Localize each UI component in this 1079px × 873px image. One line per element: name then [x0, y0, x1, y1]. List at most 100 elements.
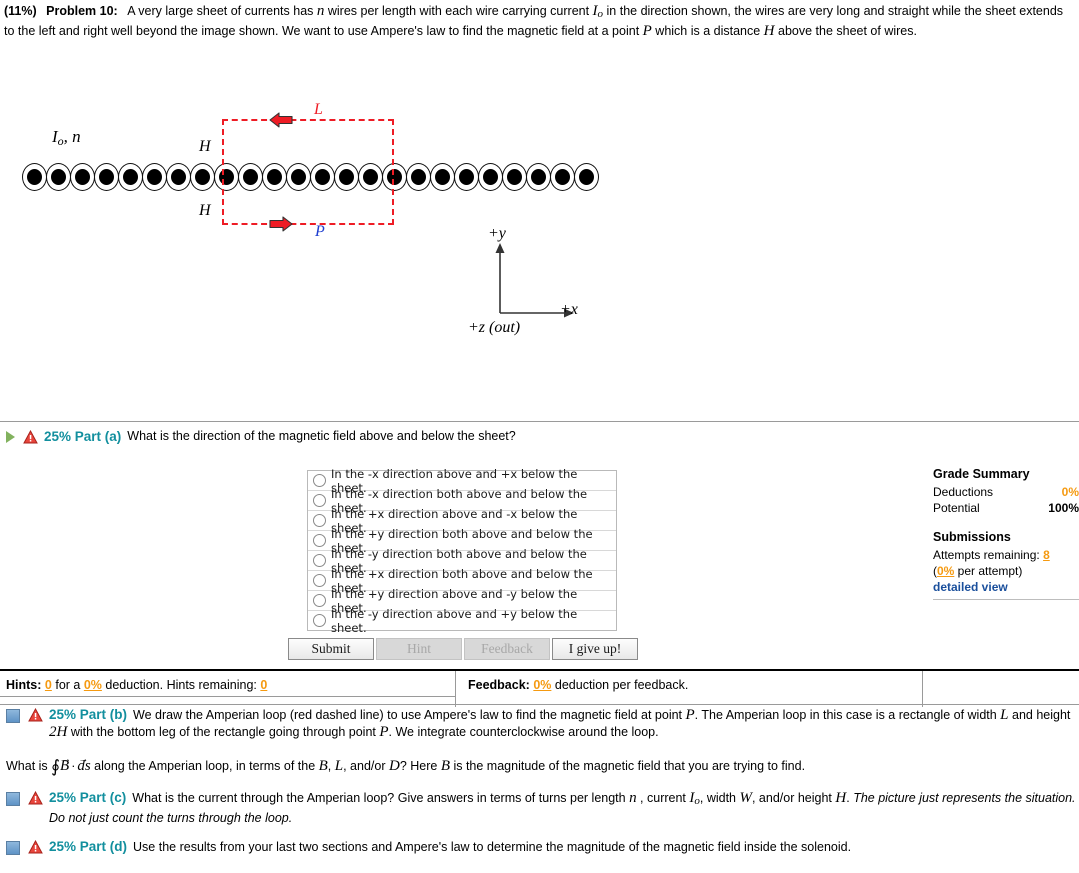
submissions-title: Submissions — [933, 530, 1011, 544]
deductions-value: 0% — [1061, 485, 1079, 499]
part-b-percent: 25% Part (b) — [49, 707, 128, 722]
part-b-andor: , and/or — [343, 759, 389, 773]
problem-text-5: above the sheet of wires. — [774, 24, 917, 38]
answer-choice-8[interactable]: In the -y direction above and +y below t… — [308, 607, 616, 635]
figure-label-H-top: H — [199, 138, 211, 155]
part-c-text-2: , current — [636, 791, 690, 805]
part-b-question-pre: What is — [6, 759, 52, 773]
part-d-body: 25% Part (d) Use the results from your la… — [49, 838, 1079, 856]
wire-icon — [142, 163, 167, 191]
potential-value: 100% — [1048, 501, 1079, 515]
figure-label-H-bottom: H — [199, 202, 211, 219]
grade-summary-title: Grade Summary — [933, 467, 1030, 481]
wire-icon — [550, 163, 575, 191]
radio-button-8[interactable] — [313, 614, 326, 627]
part-b-integral-ds: → ds — [77, 754, 91, 774]
problem-text-1: A very large sheet of currents has — [127, 4, 317, 18]
feedback-deduction-value: 0% — [533, 678, 552, 692]
axis-label-y: +y — [488, 225, 506, 242]
hints-label: Hints: — [6, 678, 42, 692]
per-attempt-row: (0% per attempt) — [933, 563, 1079, 579]
radio-button-7[interactable] — [313, 594, 326, 607]
feedback-button: Feedback — [464, 638, 550, 660]
part-d-section: 25% Part (d) Use the results from your la… — [0, 838, 1079, 856]
radio-button-4[interactable] — [313, 534, 326, 547]
part-c-var-h: H — [835, 790, 847, 806]
figure-label-current-n: , n — [63, 127, 81, 146]
submit-button[interactable]: Submit — [288, 638, 374, 660]
hints-for-a: for a — [55, 678, 81, 692]
attempts-row: Attempts remaining: 8 — [933, 547, 1079, 563]
part-b-body: 25% Part (b) We draw the Amperian loop (r… — [49, 706, 1079, 741]
potential-label: Potential — [933, 501, 980, 515]
hint-button: Hint — [376, 638, 462, 660]
hints-remaining-value: 0 — [260, 678, 268, 692]
contour-integral-icon: ∮ — [51, 757, 61, 776]
expand-triangle-icon[interactable] — [6, 430, 15, 443]
figure-label-P: P — [315, 223, 325, 240]
radio-button-3[interactable] — [313, 514, 326, 527]
part-b-text-2: . The Amperian loop in this case is a re… — [694, 708, 1001, 722]
collapsed-square-icon[interactable] — [6, 841, 20, 855]
hints-deduction-text: deduction. Hints remaining: — [105, 678, 257, 692]
part-a-header[interactable]: 25% Part (a) What is the direction of th… — [0, 422, 1079, 449]
part-c-var-n: n — [629, 790, 637, 806]
part-c-body: 25% Part (c) What is the current through … — [49, 789, 1079, 827]
part-b-header[interactable]: 25% Part (b) We draw the Amperian loop (r… — [0, 706, 1079, 741]
part-b-text-4: with the bottom leg of the rectangle goi… — [67, 725, 380, 739]
radio-button-6[interactable] — [313, 574, 326, 587]
problem-figure: L P H H Io, n +y +x +z (out) — [0, 45, 700, 345]
hints-divider — [455, 671, 456, 707]
wire-icon — [190, 163, 215, 191]
deductions-label: Deductions — [933, 485, 994, 499]
part-b-question-end: is the magnitude of the magnetic field t… — [449, 759, 806, 773]
answer-choice-8-label: In the -y direction above and +y below t… — [331, 606, 578, 635]
answer-buttons: Submit Hint Feedback I give up! — [288, 638, 638, 660]
wire-icon — [166, 163, 191, 191]
problem-var-h: H — [763, 23, 775, 39]
loop-direction-arrow-bottom — [269, 216, 293, 232]
axis-label-x: +x — [560, 301, 578, 318]
part-c-header[interactable]: 25% Part (c) What is the current through … — [0, 789, 1079, 827]
part-d-header[interactable]: 25% Part (d) Use the results from your la… — [0, 838, 1079, 856]
collapsed-square-icon[interactable] — [6, 792, 20, 806]
part-c-text-1: What is the current through the Amperian… — [132, 791, 630, 805]
detailed-view-row[interactable]: detailed view — [933, 579, 1079, 595]
part-b-var-L2: L — [334, 758, 344, 774]
potential-row: Potential 100% — [933, 500, 1079, 516]
wire-icon — [430, 163, 455, 191]
problem-text-2: wires per length with each wire carrying… — [324, 4, 593, 18]
axis-label-z: +z (out) — [468, 319, 521, 336]
attempts-value: 8 — [1043, 548, 1050, 562]
part-c-percent: 25% Part (c) — [49, 790, 127, 805]
detailed-view-link[interactable]: detailed view — [933, 580, 1008, 594]
radio-button-5[interactable] — [313, 554, 326, 567]
feedback-info: Feedback: 0% deduction per feedback. — [468, 678, 688, 692]
wire-icon — [94, 163, 119, 191]
warning-icon — [28, 791, 43, 805]
figure-label-current: Io, n — [52, 127, 81, 149]
attempts-label: Attempts remaining: — [933, 548, 1040, 562]
problem-number: Problem 10: — [46, 4, 118, 18]
grade-summary-divider — [933, 599, 1079, 600]
part-a-question: What is the direction of the magnetic fi… — [127, 429, 516, 443]
collapsed-square-icon[interactable] — [6, 709, 20, 723]
warning-icon — [23, 429, 38, 443]
answer-choices-list: In the -x direction above and +x below t… — [307, 467, 617, 635]
feedback-divider — [922, 671, 923, 707]
per-attempt-rest: per attempt) — [954, 564, 1023, 578]
radio-button-1[interactable] — [313, 474, 326, 487]
wire-icon — [454, 163, 479, 191]
part-b-text-3: and height — [1008, 708, 1071, 722]
wire-icon — [574, 163, 599, 191]
wire-icon — [118, 163, 143, 191]
radio-button-2[interactable] — [313, 494, 326, 507]
give-up-button[interactable]: I give up! — [552, 638, 638, 660]
wire-icon — [526, 163, 551, 191]
hints-info: Hints: 0 for a 0% deduction. Hints remai… — [6, 678, 267, 692]
part-c-text-3: , width — [699, 791, 740, 805]
part-b-var-B2: B — [440, 758, 450, 774]
part-a-percent: 25% Part (a) — [44, 429, 122, 444]
wire-icon — [70, 163, 95, 191]
